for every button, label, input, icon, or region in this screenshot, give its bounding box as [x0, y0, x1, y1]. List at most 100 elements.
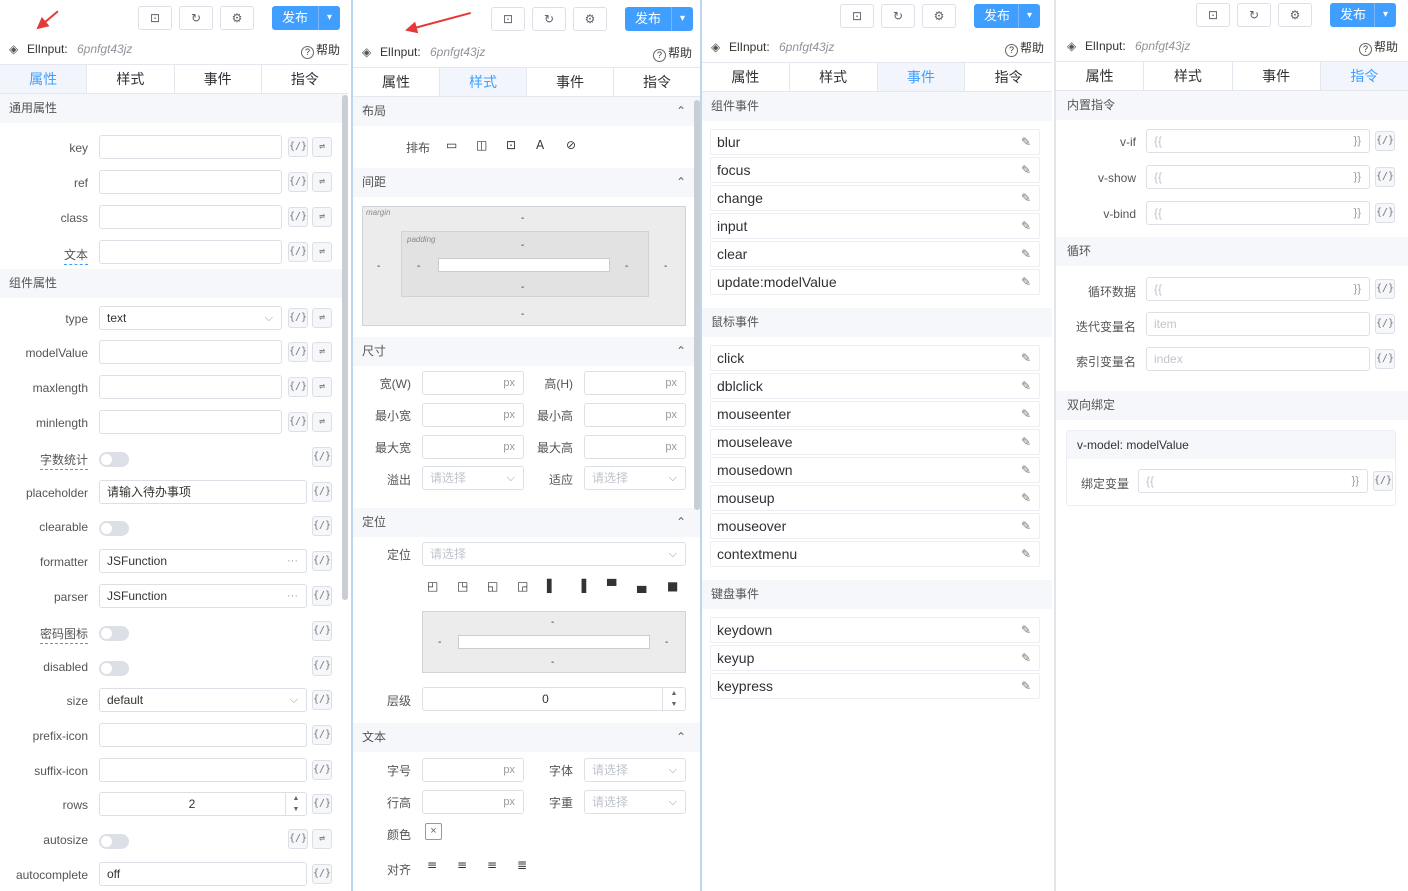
edit-icon[interactable]: ✎ [1021, 514, 1031, 538]
bind-icon[interactable]: {/} [312, 482, 332, 502]
edit-icon[interactable]: ✎ [1021, 542, 1031, 566]
screenshot-icon[interactable]: ⊡ [491, 7, 525, 31]
event-mouseenter[interactable]: mouseenter ✎ [710, 401, 1040, 427]
edit-icon[interactable]: ✎ [1021, 646, 1031, 670]
align-bottom-icon[interactable]: ▄ [637, 579, 646, 593]
align-bottom-right-icon[interactable]: ◲ [517, 579, 528, 593]
tab-events[interactable]: 事件 [527, 68, 614, 96]
event-click[interactable]: click ✎ [710, 345, 1040, 371]
event-focus[interactable]: focus ✎ [710, 157, 1040, 183]
bind-icon[interactable]: {/} [1375, 167, 1395, 187]
padding-right-value[interactable]: - [625, 261, 628, 272]
vbind-input[interactable]: {{}} [1146, 201, 1370, 225]
swap-icon[interactable]: ⇌ [312, 137, 332, 157]
bind-icon[interactable]: {/} [312, 794, 332, 814]
event-contextmenu[interactable]: contextmenu ✎ [710, 541, 1040, 567]
event-keypress[interactable]: keypress ✎ [710, 673, 1040, 699]
event-input[interactable]: input ✎ [710, 213, 1040, 239]
type-select[interactable]: text ⌵ [99, 306, 282, 330]
align-center-icon[interactable]: ≡ [457, 858, 467, 872]
chevron-up-icon[interactable]: ⌃ [676, 168, 686, 197]
bind-icon[interactable]: {/} [288, 829, 308, 849]
section-size[interactable]: 尺寸 ⌃ [353, 337, 700, 366]
refresh-icon[interactable]: ↻ [881, 4, 915, 28]
bind-icon[interactable]: {/} [1375, 203, 1395, 223]
event-dblclick[interactable]: dblclick ✎ [710, 373, 1040, 399]
align-right-icon[interactable]: ▐ [577, 579, 586, 593]
section-layout[interactable]: 布局 ⌃ [353, 97, 700, 126]
edit-icon[interactable]: ✎ [1021, 270, 1031, 294]
tab-directives[interactable]: 指令 [1320, 62, 1408, 90]
help-link[interactable]: ? 帮助 [300, 41, 340, 59]
margin-bottom-value[interactable]: - [521, 309, 524, 320]
swap-icon[interactable]: ⇌ [312, 377, 332, 397]
help-link[interactable]: ? 帮助 [1358, 38, 1398, 56]
padding-bottom-value[interactable]: - [521, 282, 524, 293]
event-update-modelvalue[interactable]: update:modelValue ✎ [710, 269, 1040, 295]
publish-button[interactable]: 发布 ▾ [974, 4, 1040, 28]
password-switch[interactable] [99, 626, 129, 641]
swap-icon[interactable]: ⇌ [312, 308, 332, 328]
fill-icon[interactable]: ■ [667, 579, 678, 593]
bind-icon[interactable]: {/} [1375, 279, 1395, 299]
event-mouseover[interactable]: mouseover ✎ [710, 513, 1040, 539]
publish-button[interactable]: 发布 ▾ [1330, 3, 1396, 27]
vshow-input[interactable]: {{}} [1146, 165, 1370, 189]
bind-icon[interactable]: {/} [312, 690, 332, 710]
tab-props[interactable]: 属性 [0, 65, 88, 93]
more-icon[interactable]: ··· [287, 550, 298, 572]
display-inline-block-icon[interactable]: ⊡ [506, 138, 516, 152]
height-input[interactable]: px [584, 371, 686, 395]
settings-icon[interactable]: ⚙ [220, 6, 254, 30]
wordlimit-switch[interactable] [99, 452, 129, 467]
formatter-input[interactable]: JSFunction ··· [99, 549, 307, 573]
zindex-input[interactable]: 0 [422, 687, 686, 711]
tab-events[interactable]: 事件 [1233, 62, 1321, 90]
tab-events[interactable]: 事件 [877, 63, 966, 91]
bind-icon[interactable]: {/} [312, 586, 332, 606]
zindex-stepper[interactable]: ▲ ▼ [662, 688, 685, 710]
chevron-up-icon[interactable]: ⌃ [676, 723, 686, 752]
help-link[interactable]: ? 帮助 [652, 44, 692, 62]
edit-icon[interactable]: ✎ [1021, 486, 1031, 510]
edit-icon[interactable]: ✎ [1021, 242, 1031, 266]
display-block-icon[interactable]: ▭ [446, 138, 457, 152]
bind-icon[interactable]: {/} [1375, 314, 1395, 334]
bind-icon[interactable]: {/} [312, 656, 332, 676]
swap-icon[interactable]: ⇌ [312, 242, 332, 262]
publish-button[interactable]: 发布 ▾ [625, 7, 693, 31]
chevron-up-icon[interactable]: ⌃ [676, 337, 686, 366]
edit-icon[interactable]: ✎ [1021, 458, 1031, 482]
edit-icon[interactable]: ✎ [1021, 158, 1031, 182]
swap-icon[interactable]: ⇌ [312, 172, 332, 192]
position-left-value[interactable]: - [438, 637, 441, 648]
position-top-value[interactable]: - [551, 617, 554, 628]
maxlength-input[interactable] [99, 375, 282, 399]
max-height-input[interactable]: px [584, 435, 686, 459]
screenshot-icon[interactable]: ⊡ [138, 6, 172, 30]
align-bottom-left-icon[interactable]: ◱ [487, 579, 498, 593]
chevron-up-icon[interactable]: ⌃ [676, 508, 686, 537]
scrollbar[interactable] [694, 100, 700, 510]
bind-icon[interactable]: {/} [288, 342, 308, 362]
edit-icon[interactable]: ✎ [1021, 186, 1031, 210]
bind-icon[interactable]: {/} [288, 308, 308, 328]
edit-icon[interactable]: ✎ [1021, 214, 1031, 238]
refresh-icon[interactable]: ↻ [1237, 3, 1271, 27]
modelvalue-input[interactable] [99, 340, 282, 364]
refresh-icon[interactable]: ↻ [532, 7, 566, 31]
screenshot-icon[interactable]: ⊡ [840, 4, 874, 28]
tab-events[interactable]: 事件 [175, 65, 262, 93]
edit-icon[interactable]: ✎ [1021, 674, 1031, 698]
rows-input[interactable]: 2 [99, 792, 307, 816]
event-keyup[interactable]: keyup ✎ [710, 645, 1040, 671]
bind-icon[interactable]: {/} [1375, 349, 1395, 369]
class-input[interactable] [99, 205, 282, 229]
tab-style[interactable]: 样式 [790, 63, 878, 91]
key-input[interactable] [99, 135, 282, 159]
tab-style[interactable]: 样式 [87, 65, 175, 93]
autosize-switch[interactable] [99, 834, 129, 849]
position-right-value[interactable]: - [665, 637, 668, 648]
settings-icon[interactable]: ⚙ [922, 4, 956, 28]
event-mouseleave[interactable]: mouseleave ✎ [710, 429, 1040, 455]
